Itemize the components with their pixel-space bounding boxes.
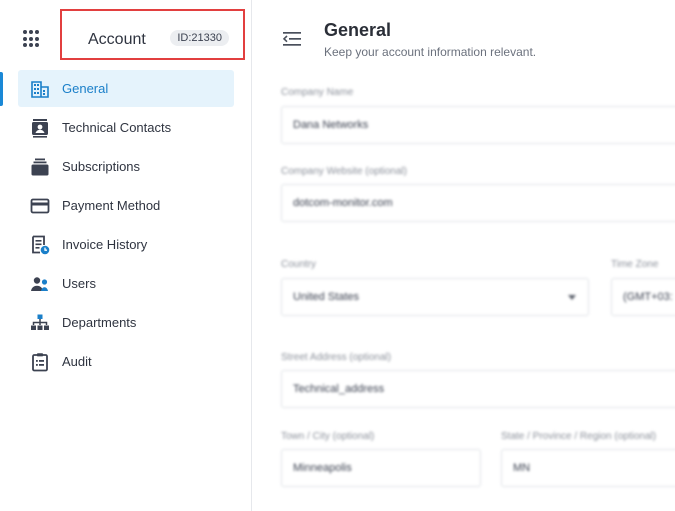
sidebar-item-label: Departments [62, 315, 137, 330]
sidebar-item-departments[interactable]: Departments [0, 304, 252, 341]
main-content: General Keep your account information re… [253, 0, 675, 511]
city-field[interactable]: Minneapolis [281, 449, 481, 487]
state-value: MN [513, 462, 531, 474]
active-indicator [0, 72, 3, 106]
sidebar-item-payment-method[interactable]: Payment Method [0, 187, 252, 224]
company-name-value: Dana Networks [293, 119, 369, 131]
departments-icon [31, 314, 49, 330]
sidebar-item-subscriptions[interactable]: Subscriptions [0, 148, 252, 185]
sidebar-item-invoice-history[interactable]: Invoice History [0, 226, 252, 263]
city-label: Town / City (optional) [281, 431, 375, 442]
subscriptions-icon [31, 158, 49, 176]
sidebar-item-label: Technical Contacts [62, 120, 172, 135]
street-address-value: Technical_address [293, 383, 385, 395]
account-header-highlight: Account ID:21330 [60, 9, 245, 60]
sidebar: Account ID:21330 General Technical Conta… [0, 0, 252, 511]
building-icon [31, 81, 49, 98]
company-name-field[interactable]: Dana Networks [281, 106, 675, 144]
sidebar-item-users[interactable]: Users [0, 265, 252, 302]
credit-card-icon [30, 198, 50, 214]
users-icon [31, 277, 48, 291]
country-label: Country [281, 259, 317, 270]
apps-grid-icon[interactable] [22, 29, 42, 49]
account-title: Account [88, 31, 146, 48]
street-address-label: Street Address (optional) [281, 352, 392, 363]
sidebar-item-general[interactable]: General [0, 70, 252, 107]
company-website-field[interactable]: dotcom-monitor.com [281, 184, 675, 222]
clipboard-icon [32, 353, 48, 372]
contact-card-icon [32, 119, 48, 138]
timezone-label: Time Zone [611, 259, 659, 270]
sidebar-item-label: Users [62, 276, 96, 291]
sidebar-item-technical-contacts[interactable]: Technical Contacts [0, 109, 252, 146]
timezone-select[interactable]: (GMT+03: [611, 278, 675, 316]
state-label: State / Province / Region (optional) [501, 431, 657, 442]
company-name-label: Company Name [281, 87, 354, 98]
company-website-value: dotcom-monitor.com [293, 197, 393, 209]
company-website-label: Company Website (optional) [281, 166, 407, 177]
city-value: Minneapolis [293, 462, 352, 474]
sidebar-item-label: Payment Method [62, 198, 161, 213]
account-id-badge: ID:21330 [170, 30, 229, 46]
sidebar-nav: General Technical Contacts Subscriptions [0, 70, 252, 382]
sidebar-item-label: Invoice History [62, 237, 148, 252]
timezone-value: (GMT+03: [623, 291, 673, 303]
country-select[interactable]: United States [281, 278, 589, 316]
invoice-history-icon [32, 235, 50, 255]
general-form: Company Name Dana Networks Company Websi… [253, 0, 675, 511]
chevron-down-icon [568, 295, 576, 300]
sidebar-item-label: General [62, 81, 109, 96]
sidebar-item-label: Subscriptions [62, 159, 141, 174]
active-highlight [18, 70, 234, 107]
country-value: United States [293, 291, 360, 303]
sidebar-item-audit[interactable]: Audit [0, 343, 252, 380]
state-field[interactable]: MN [501, 449, 675, 487]
sidebar-item-label: Audit [62, 354, 92, 369]
street-address-field[interactable]: Technical_address [281, 370, 675, 408]
